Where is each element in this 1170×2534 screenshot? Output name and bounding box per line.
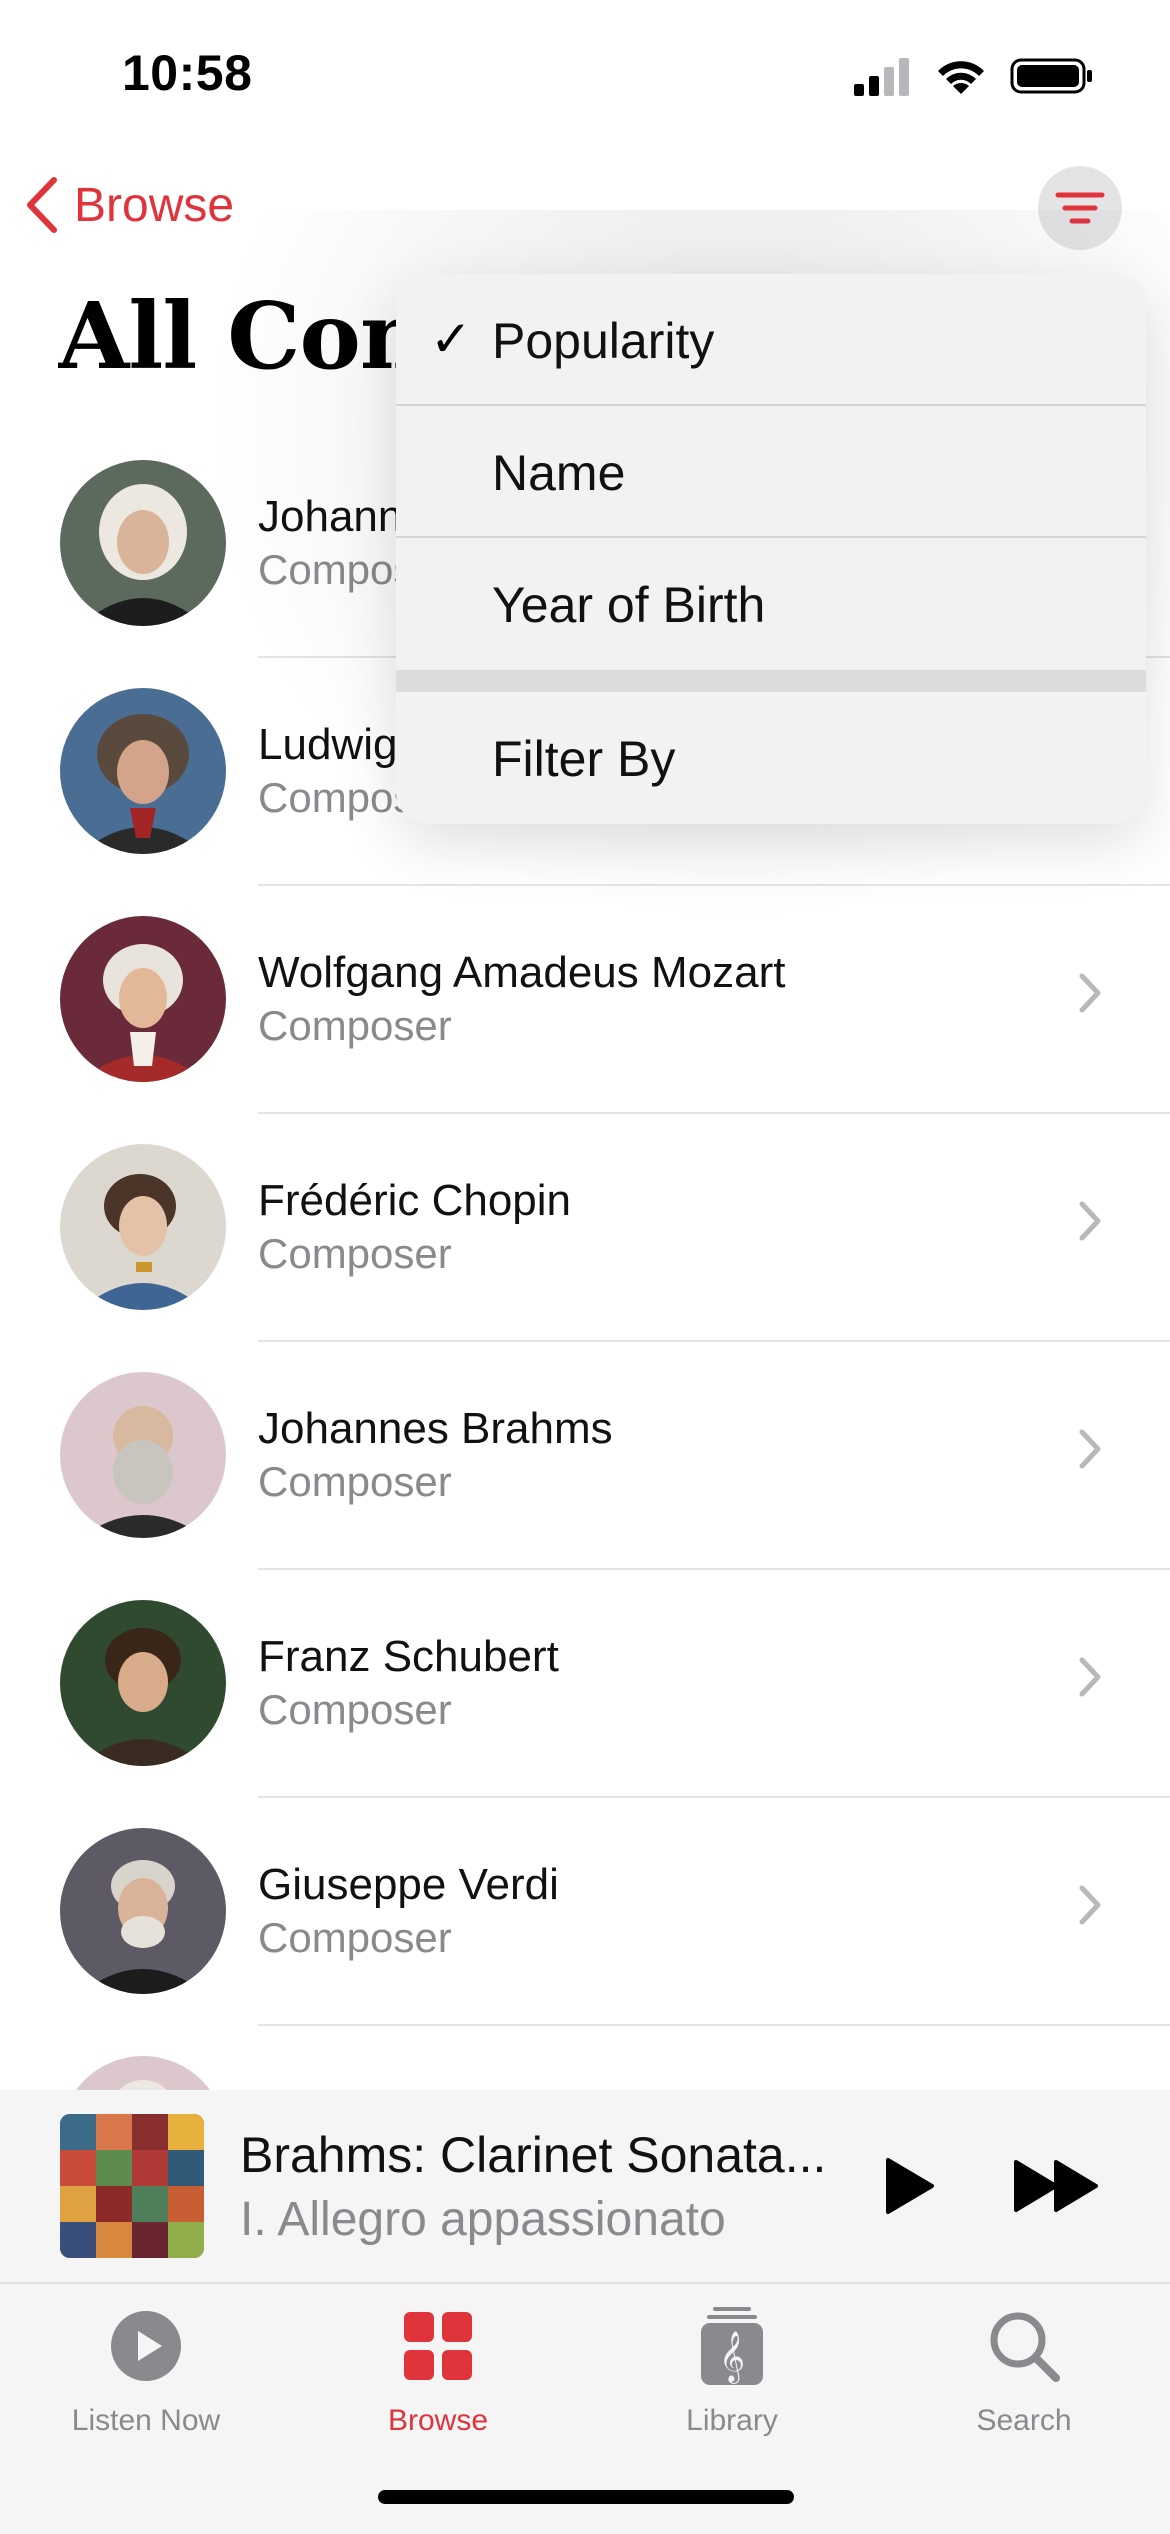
- row-divider: [258, 2024, 1170, 2026]
- checkmark-icon: ✓: [430, 311, 472, 367]
- chevron-right-icon: [1079, 1201, 1101, 1241]
- tab-listen-now[interactable]: Listen Now: [26, 2304, 266, 2438]
- composer-subtitle: Composer: [258, 1914, 452, 1961]
- menu-item-year-of-birth[interactable]: Year of Birth: [396, 538, 1146, 668]
- chevron-left-icon: [27, 177, 57, 233]
- back-label: Browse: [74, 178, 235, 232]
- composer-row-brahms[interactable]: Johannes Brahms Composer: [0, 1364, 1170, 1592]
- status-time: 10:58: [122, 45, 253, 101]
- composer-row-schubert[interactable]: Franz Schubert Composer: [0, 1592, 1170, 1820]
- menu-item-label: Filter By: [492, 731, 676, 787]
- search-icon: [990, 2312, 1060, 2382]
- composer-avatar: [60, 1828, 226, 1994]
- chevron-right-icon: [1079, 1657, 1101, 1697]
- sort-button[interactable]: [1038, 166, 1122, 250]
- chevron-right-icon: [1079, 973, 1101, 1013]
- row-divider: [258, 1568, 1170, 1570]
- chevron-right-icon: [1079, 1429, 1101, 1469]
- tab-label: Library: [686, 2404, 778, 2437]
- play-circle-icon: [111, 2311, 181, 2381]
- menu-item-filter-by[interactable]: Filter By: [396, 692, 1146, 822]
- row-divider: [258, 1112, 1170, 1114]
- tab-label: Listen Now: [71, 2404, 221, 2437]
- library-icon: 𝄞: [701, 2307, 763, 2385]
- back-button[interactable]: Browse: [24, 176, 234, 234]
- menu-item-label: Popularity: [492, 313, 715, 369]
- sort-menu: ✓ Popularity Name Year of Birth Filter B…: [396, 274, 1146, 824]
- tab-browse[interactable]: Browse: [318, 2304, 558, 2438]
- composer-row-mozart[interactable]: Wolfgang Amadeus Mozart Composer: [0, 908, 1170, 1136]
- composer-row-chopin[interactable]: Frédéric Chopin Composer: [0, 1136, 1170, 1364]
- composer-avatar: [60, 688, 226, 854]
- battery-icon: [1010, 58, 1092, 94]
- composer-avatar: [60, 1600, 226, 1766]
- fast-forward-icon: [1014, 2160, 1098, 2212]
- composer-name: Giuseppe Verdi: [258, 1860, 559, 1909]
- menu-section-gap: [396, 670, 1146, 692]
- cellular-signal-icon: [854, 58, 909, 96]
- status-icons: [854, 56, 1094, 96]
- composer-subtitle: Composer: [258, 1686, 452, 1733]
- composer-name: Johannes Brahms: [258, 1404, 613, 1453]
- row-divider: [258, 1796, 1170, 1798]
- row-divider: [258, 1340, 1170, 1342]
- mini-player[interactable]: Brahms: Clarinet Sonata... I. Allegro ap…: [0, 2090, 1170, 2282]
- sort-lines-icon: [1055, 192, 1105, 224]
- wifi-icon: [938, 61, 984, 94]
- svg-text:𝄞: 𝄞: [719, 2331, 745, 2384]
- composer-name: Franz Schubert: [258, 1632, 559, 1681]
- row-divider: [258, 884, 1170, 886]
- now-playing-title: Brahms: Clarinet Sonata...: [240, 2127, 827, 2183]
- composer-subtitle: Composer: [258, 1458, 452, 1505]
- fast-forward-button[interactable]: [1012, 2158, 1102, 2219]
- menu-item-label: Year of Birth: [492, 577, 766, 633]
- now-playing-subtitle: I. Allegro appassionato: [240, 2193, 726, 2246]
- grid-icon: [404, 2312, 472, 2380]
- composer-row-verdi[interactable]: Giuseppe Verdi Composer: [0, 1820, 1170, 2048]
- chevron-right-icon: [1079, 1885, 1101, 1925]
- composer-subtitle: Composer: [258, 1002, 452, 1049]
- composer-subtitle: Composer: [258, 1230, 452, 1277]
- tab-label: Browse: [387, 2404, 489, 2437]
- composer-avatar: [60, 460, 226, 626]
- album-art: [60, 2114, 204, 2258]
- composer-avatar: [60, 1144, 226, 1310]
- status-bar: 10:58: [0, 0, 1170, 150]
- menu-item-popularity[interactable]: ✓ Popularity: [396, 274, 1146, 404]
- menu-item-label: Name: [492, 445, 626, 501]
- menu-item-name[interactable]: Name: [396, 406, 1146, 536]
- composer-avatar: [60, 916, 226, 1082]
- composer-name: Wolfgang Amadeus Mozart: [258, 948, 786, 997]
- home-indicator[interactable]: [378, 2490, 794, 2504]
- composer-avatar: [60, 1372, 226, 1538]
- play-icon: [886, 2158, 934, 2214]
- play-button[interactable]: [884, 2156, 936, 2221]
- tab-library[interactable]: 𝄞 Library: [612, 2304, 852, 2438]
- tab-label: Search: [976, 2404, 1072, 2437]
- composer-name: Frédéric Chopin: [258, 1176, 572, 1225]
- tab-search[interactable]: Search: [904, 2304, 1144, 2438]
